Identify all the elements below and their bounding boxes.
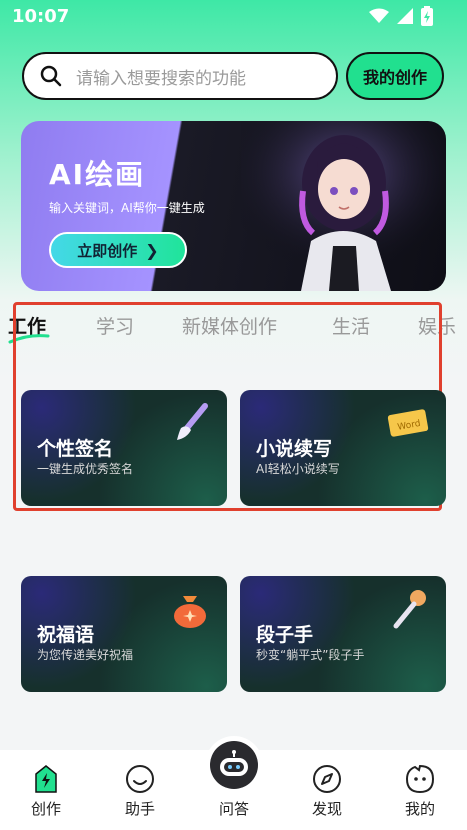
- tab-active-indicator: [8, 334, 50, 344]
- card-jokes[interactable]: 段子手 秒变“躺平式”段子手: [240, 576, 446, 692]
- card-subtitle: 为您传递美好祝福: [37, 648, 134, 662]
- wifi-icon: [369, 8, 389, 23]
- create-now-label: 立即创作: [77, 241, 138, 260]
- money-bag-icon: [174, 596, 206, 628]
- profile-icon: [405, 764, 435, 794]
- status-bar: 10:07: [0, 0, 467, 34]
- card-title: 个性签名: [37, 438, 114, 460]
- smile-icon: [126, 765, 154, 793]
- search-placeholder: 请输入想要搜索的功能: [76, 68, 246, 89]
- brush-icon: [177, 403, 208, 440]
- card-title: 小说续写: [256, 438, 333, 460]
- banner-title: AI绘画: [49, 158, 146, 191]
- card-title: 祝福语: [37, 624, 95, 646]
- nav-label: 助手: [124, 800, 155, 818]
- card-subtitle: 一键生成优秀签名: [37, 462, 134, 476]
- notebook-icon: Word: [387, 409, 429, 437]
- card-subtitle: AI轻松小说续写: [256, 462, 340, 476]
- create-icon: [35, 765, 57, 793]
- card-subtitle: 秒变“躺平式”段子手: [256, 648, 365, 662]
- signal-icon: [397, 8, 413, 24]
- search-icon: [40, 65, 62, 87]
- status-icons: [369, 6, 433, 26]
- ai-painting-banner[interactable]: AI绘画 输入关键词，AI帮你一键生成 立即创作 ❯: [21, 121, 446, 291]
- nav-discover[interactable]: 发现: [297, 764, 357, 819]
- card-blessings[interactable]: 祝福语 为您传递美好祝福: [21, 576, 227, 692]
- anime-girl-illustration: [241, 121, 446, 291]
- card-signature[interactable]: 个性签名 一键生成优秀签名: [21, 390, 227, 506]
- status-time: 10:07: [12, 6, 70, 27]
- card-title: 段子手: [256, 624, 314, 646]
- my-create-button[interactable]: 我的创作: [346, 52, 444, 100]
- nav-create[interactable]: 创作: [16, 764, 76, 819]
- tab-study[interactable]: 学习: [96, 312, 134, 339]
- nav-label: 创作: [30, 800, 61, 818]
- compass-icon: [313, 765, 341, 793]
- banner-subtitle: 输入关键词，AI帮你一键生成: [49, 201, 205, 215]
- create-now-button[interactable]: 立即创作 ❯: [49, 232, 187, 268]
- tab-entertainment[interactable]: 娱乐: [418, 312, 456, 339]
- chevron-right-icon: ❯: [145, 240, 159, 260]
- robot-icon: [220, 750, 248, 776]
- tab-life[interactable]: 生活: [332, 312, 370, 339]
- nav-label: 问答: [218, 800, 249, 818]
- battery-icon: [421, 6, 433, 26]
- card-novel[interactable]: 小说续写 AI轻松小说续写 Word: [240, 390, 446, 506]
- category-tabs: 工作 学习 新媒体创作 生活 娱乐: [0, 312, 467, 344]
- nav-assistant[interactable]: 助手: [110, 764, 170, 819]
- nav-profile[interactable]: 我的: [390, 764, 450, 819]
- qa-center-button[interactable]: [205, 736, 263, 794]
- nav-label: 发现: [311, 800, 342, 818]
- tab-new-media[interactable]: 新媒体创作: [182, 312, 277, 339]
- search-input[interactable]: 请输入想要搜索的功能: [22, 52, 338, 100]
- microphone-icon: [393, 590, 426, 629]
- nav-label: 我的: [404, 800, 435, 818]
